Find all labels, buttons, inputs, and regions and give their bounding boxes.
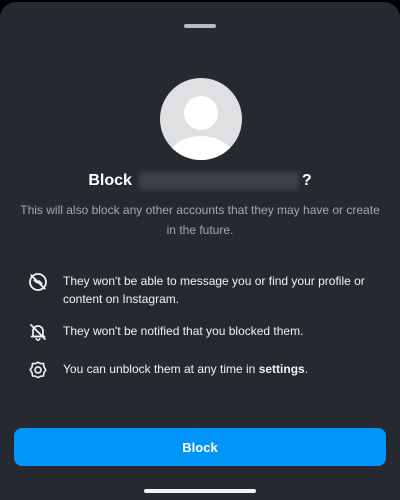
sheet-drag-handle[interactable] [184, 24, 216, 28]
message-off-icon [29, 273, 47, 291]
info-text-unblock: You can unblock them at any time in sett… [63, 360, 308, 378]
block-button[interactable]: Block [14, 428, 386, 466]
block-user-sheet: Block ? This will also block any other a… [0, 2, 400, 500]
settings-link[interactable]: settings [259, 362, 305, 376]
redacted-username [138, 172, 299, 190]
home-indicator [144, 489, 256, 493]
avatar-head-shape [184, 96, 218, 130]
settings-gear-icon [29, 361, 47, 379]
dialog-title: Block ? [0, 170, 400, 192]
avatar-shoulders-shape [167, 136, 235, 160]
info-item-messaging: They won't be able to message you or fin… [28, 272, 384, 308]
info-item-unblock: You can unblock them at any time in sett… [28, 360, 384, 380]
dialog-subtitle: This will also block any other accounts … [20, 203, 380, 237]
bell-off-icon [30, 324, 46, 341]
title-suffix: ? [301, 172, 312, 189]
info-text-notification: They won't be notified that you blocked … [63, 324, 304, 338]
info-text-unblock-before: You can unblock them at any time in [63, 362, 259, 376]
avatar [160, 78, 242, 160]
info-item-notification: They won't be notified that you blocked … [28, 322, 384, 342]
info-text-messaging: They won't be able to message you or fin… [63, 274, 365, 306]
info-text-unblock-after: . [304, 362, 309, 376]
title-prefix: Block [88, 172, 132, 189]
